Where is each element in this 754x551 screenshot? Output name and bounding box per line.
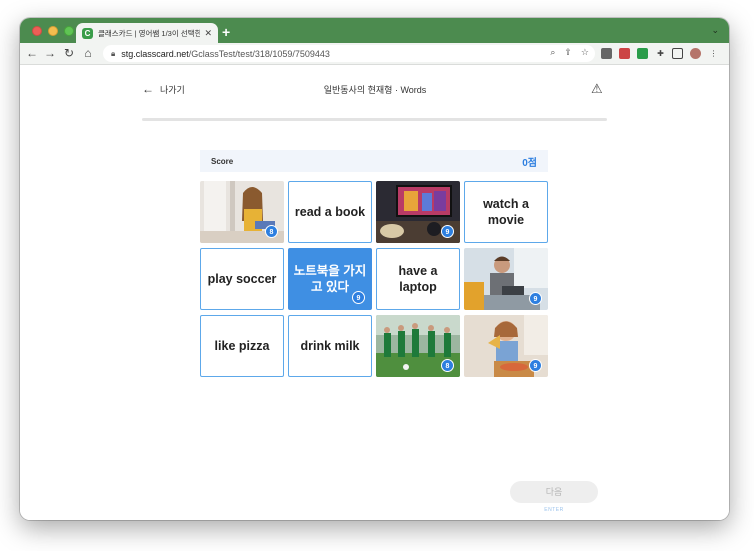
card-badge: 9 xyxy=(529,359,542,372)
browser-titlebar: C 클래스카드 | 영어쌤 1/3이 선택한 스 ✕ + ⌄ xyxy=(20,18,729,43)
card-text[interactable]: watch a movie xyxy=(464,181,548,243)
browser-menu-icon[interactable]: ⋮ xyxy=(708,48,719,59)
card-image-watching-tv[interactable]: 9 xyxy=(376,181,460,243)
back-arrow-icon: ← xyxy=(142,82,154,96)
url-text: stg.classcard.net/GclassTest/test/318/10… xyxy=(121,49,330,59)
page-content: ← 나가기 일반동사의 현재형 · Words ⚠ Score 0점 8 rea… xyxy=(20,65,729,520)
browser-tab[interactable]: C 클래스카드 | 영어쌤 1/3이 선택한 스 ✕ xyxy=(76,23,218,43)
card-image-kids-soccer[interactable]: 8 xyxy=(376,315,460,377)
score-label: Score xyxy=(211,156,234,166)
back-arrow-icon[interactable]: ← xyxy=(24,46,40,60)
address-bar[interactable]: 🔒︎ stg.classcard.net/GclassTest/test/318… xyxy=(103,45,595,62)
card-text[interactable]: play soccer xyxy=(200,248,284,310)
sidebar-icon[interactable] xyxy=(672,48,683,59)
exit-button[interactable]: ← 나가기 xyxy=(142,82,185,96)
card-image-girl-pizza[interactable]: 9 xyxy=(464,315,548,377)
card-image-girl-reading[interactable]: 8 xyxy=(200,181,284,243)
forward-arrow-icon[interactable]: → xyxy=(42,46,58,60)
next-button[interactable]: 다음 xyxy=(510,481,598,503)
card-badge: 9 xyxy=(529,292,542,305)
browser-toolbar: ← → ↻ ⌂ 🔒︎ stg.classcard.net/GclassTest/… xyxy=(20,43,729,65)
close-window-button[interactable] xyxy=(32,26,42,36)
new-tab-button[interactable]: + xyxy=(222,24,230,40)
card-image-boy-laptop[interactable]: 9 xyxy=(464,248,548,310)
enter-key-hint: ENTER xyxy=(544,507,564,513)
puzzle-extensions-icon[interactable]: ✚ xyxy=(655,48,666,59)
page-title: 일반동사의 현재형 · Words xyxy=(323,85,427,95)
card-text[interactable]: like pizza xyxy=(200,315,284,377)
card-badge: 9 xyxy=(441,225,454,238)
extension-green-icon[interactable] xyxy=(637,48,648,59)
card-text[interactable]: read a book xyxy=(288,181,372,243)
warning-report-icon[interactable]: ⚠ xyxy=(591,81,603,97)
card-badge: 8 xyxy=(265,225,278,238)
exit-label: 나가기 xyxy=(160,84,185,95)
lock-icon: 🔒︎ xyxy=(111,48,116,58)
card-selected-text: 노트북을 가지고 있다 xyxy=(293,264,367,294)
bookmark-star-icon[interactable]: ☆ xyxy=(581,47,589,58)
card-badge: 9 xyxy=(352,291,365,304)
score-value: 0점 xyxy=(522,157,537,169)
url-domain: stg.classcard.net xyxy=(121,48,189,59)
zoom-icon[interactable]: ⌕ xyxy=(550,47,555,58)
card-text[interactable]: have a laptop xyxy=(376,248,460,310)
card-badge: 8 xyxy=(441,359,454,372)
extension-red-icon[interactable] xyxy=(619,48,630,59)
url-path: /GclassTest/test/318/1059/7509443 xyxy=(188,48,330,59)
tab-search-chevron-icon[interactable]: ⌄ xyxy=(711,25,719,36)
minimize-window-button[interactable] xyxy=(48,26,58,36)
extension-icon[interactable] xyxy=(601,48,612,59)
tab-title: 클래스카드 | 영어쌤 1/3이 선택한 스 xyxy=(98,28,201,38)
reload-icon[interactable]: ↻ xyxy=(61,46,77,60)
share-icon[interactable]: ⇪ xyxy=(564,47,572,58)
tab-close-icon[interactable]: ✕ xyxy=(204,28,212,39)
card-text[interactable]: drink milk xyxy=(288,315,372,377)
home-icon[interactable]: ⌂ xyxy=(80,46,96,60)
maximize-window-button[interactable] xyxy=(64,26,74,36)
progress-bar xyxy=(142,118,607,121)
score-bar: Score 0점 xyxy=(200,150,548,172)
browser-window: C 클래스카드 | 영어쌤 1/3이 선택한 스 ✕ + ⌄ ← → ↻ ⌂ 🔒… xyxy=(20,18,729,520)
classcard-favicon-icon: C xyxy=(82,27,93,39)
profile-avatar[interactable] xyxy=(690,48,701,59)
card-text-selected[interactable]: 노트북을 가지고 있다 9 xyxy=(288,248,372,310)
